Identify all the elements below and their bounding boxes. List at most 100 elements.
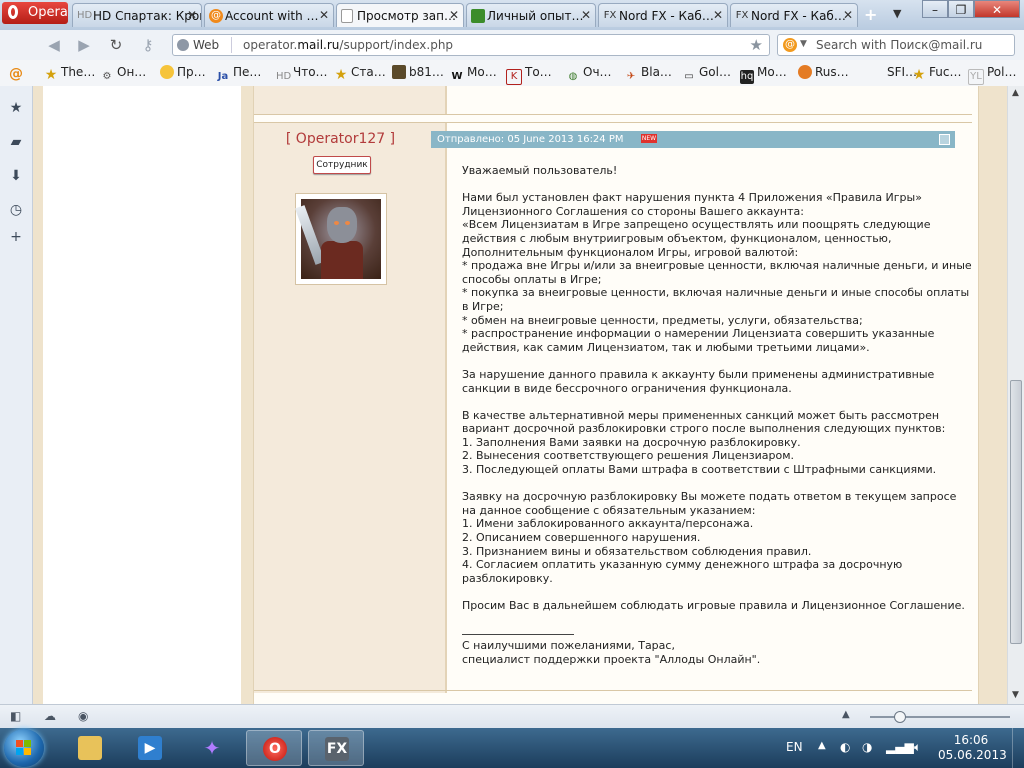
bookmark-label: Fuc… [929,65,962,79]
close-tab-icon[interactable]: ✕ [449,8,459,22]
taskbar-opera[interactable]: O [246,730,302,766]
close-tab-icon[interactable]: ✕ [843,8,853,22]
tab-1[interactable]: HD HD Спартак: Кров… ✕ [72,3,202,27]
system-clock[interactable]: 16:06 05.06.2013 [938,733,1007,763]
mail-panel-icon[interactable]: @ [8,66,24,82]
address-field[interactable]: Web operator.mail.ru/support/index.php ★ [172,34,770,56]
language-indicator[interactable]: EN [786,740,803,754]
bookmark-item[interactable]: ◍ Оч… [566,65,612,82]
maximize-button[interactable]: ❐ [948,0,974,18]
tab-6[interactable]: FX Nord FX - Каб… ✕ [730,3,858,27]
browser-status-bar: ◧ ☁ ◉ ▲ [0,704,1024,729]
url-text[interactable]: operator.mail.ru/support/index.php [243,38,453,52]
fx-icon: FX [325,737,349,761]
bookmark-item[interactable]: hq Мо… [740,65,787,84]
post-author-name[interactable]: [ Operator127 ] [254,131,427,147]
zoom-slider[interactable] [870,716,1010,718]
quote-icon[interactable] [939,134,950,145]
bookmark-item[interactable]: b81… [392,65,444,81]
taskbar-nordfx[interactable]: FX [308,730,364,766]
speed-dial-icon[interactable]: ◉ [78,709,88,723]
bookmark-item[interactable]: ✈ Bla… [624,65,672,82]
vertical-scrollbar[interactable]: ▲ ▼ [1007,86,1024,704]
windows-logo-icon [16,740,32,756]
forward-icon[interactable]: ▶ [74,35,94,55]
bookmark-item[interactable]: Rus… [798,65,849,81]
add-panel-icon[interactable]: + [8,229,24,245]
cloud-icon[interactable]: ☁ [44,709,56,723]
bookmark-item[interactable]: SFI… [870,65,917,81]
bookmark-item[interactable]: HD Что… [276,65,328,82]
avatar-image [295,199,381,279]
tab-4[interactable]: Личный опыт… ✕ [466,3,596,27]
taskbar-app[interactable]: ✦ [184,730,240,766]
tray-expand-icon[interactable]: ▲ [818,740,826,751]
clock-date: 05.06.2013 [938,748,1007,762]
back-icon[interactable]: ◀ [44,35,64,55]
bookmark-item[interactable]: W Мо… [450,65,497,82]
downloads-icon[interactable]: ⬇ [8,168,24,184]
message-paragraph: * обмен на внеигровые ценности, предметы… [462,313,863,327]
bookmark-item[interactable]: Пр… [160,65,206,81]
close-tab-icon[interactable]: ✕ [319,8,329,22]
bookmark-item[interactable]: ★ Fuc… [912,65,962,82]
bookmark-star-icon[interactable]: ★ [750,36,763,54]
tray-app-icon[interactable]: ◑ [862,740,872,754]
key-icon[interactable]: ⚷ [138,35,158,55]
close-tab-icon[interactable]: ✕ [187,8,197,22]
notes-icon[interactable]: ▰ [8,134,24,150]
bookmark-item[interactable]: ⚙ Он… [100,65,147,82]
show-desktop-button[interactable] [1012,728,1024,768]
tab-5[interactable]: FX Nord FX - Каб… ✕ [598,3,728,27]
post-divider [254,690,972,691]
bookmark-item[interactable]: Ja Пе… [216,65,262,82]
bookmark-label: Мо… [467,65,497,79]
bookmark-label: Пе… [233,65,262,79]
taskbar-media-player[interactable]: ▶ [122,730,178,766]
bookmark-label: Bla… [641,65,672,79]
bookmark-item[interactable]: ★ Ста… [334,65,386,82]
tray-app-icon[interactable]: ◐ [840,740,850,754]
close-tab-icon[interactable]: ✕ [713,8,723,22]
volume-icon[interactable]: 🔈︎ [914,740,921,755]
message-paragraph: * продажа вне Игры и/или за внеигровые ц… [462,259,972,286]
avatar-body [321,241,363,279]
fx-icon: FX [735,10,749,21]
bookmark-item[interactable]: ▭ Gol… [682,65,731,82]
search-field[interactable]: @ ▼ Search with Поиск@mail.ru [777,34,1015,56]
chevron-down-icon[interactable]: ▼ [800,39,807,49]
start-button[interactable] [4,729,44,767]
tab-title: Личный опыт… [487,9,584,23]
close-window-button[interactable]: ✕ [974,0,1020,18]
close-tab-icon[interactable]: ✕ [581,8,591,22]
bookmark-item[interactable]: K То… [506,65,552,85]
taskbar-explorer[interactable] [62,730,118,766]
signature-divider [462,634,574,636]
opera-menu-button[interactable]: Opera [2,2,68,24]
toggle-panel-icon[interactable]: ◧ [10,709,21,723]
bookmark-item[interactable]: ★ The… [44,65,96,82]
minimize-button[interactable]: – [922,0,948,18]
smile-icon [160,65,174,79]
zoom-slider-knob[interactable] [894,711,906,723]
bookmarks-star-icon[interactable]: ★ [8,100,24,116]
zoom-up-icon[interactable]: ▲ [842,709,850,720]
bookmark-label: The… [61,65,96,79]
network-signal-icon[interactable]: ▂▄▆ [886,740,914,754]
bookmark-item[interactable]: YL Pol… [968,65,1016,85]
ticket-thread: [ Operator127 ] Сотрудник Отправлено: 05… [253,86,979,704]
history-clock-icon[interactable]: ◷ [8,202,24,218]
scroll-down-icon[interactable]: ▼ [1012,690,1019,700]
scrollbar-thumb[interactable] [1010,380,1022,644]
signature-line: специалист поддержки проекта "Аллоды Онл… [462,652,761,666]
tab-2[interactable]: @ Account with … ✕ [204,3,334,27]
ticket-post: [ Operator127 ] Сотрудник Отправлено: 05… [254,122,972,704]
scroll-up-icon[interactable]: ▲ [1012,88,1019,98]
reload-icon[interactable]: ↻ [106,35,126,55]
web-badge[interactable]: Web [177,38,219,52]
mailru-search-icon[interactable]: @ [783,38,797,52]
post-author-column: [ Operator127 ] Сотрудник [254,123,447,693]
tab-3[interactable]: Просмотр зап… ✕ [336,3,464,27]
new-tab-icon[interactable]: + [864,5,877,24]
tab-list-chevron-icon[interactable]: ▼ [893,7,901,20]
